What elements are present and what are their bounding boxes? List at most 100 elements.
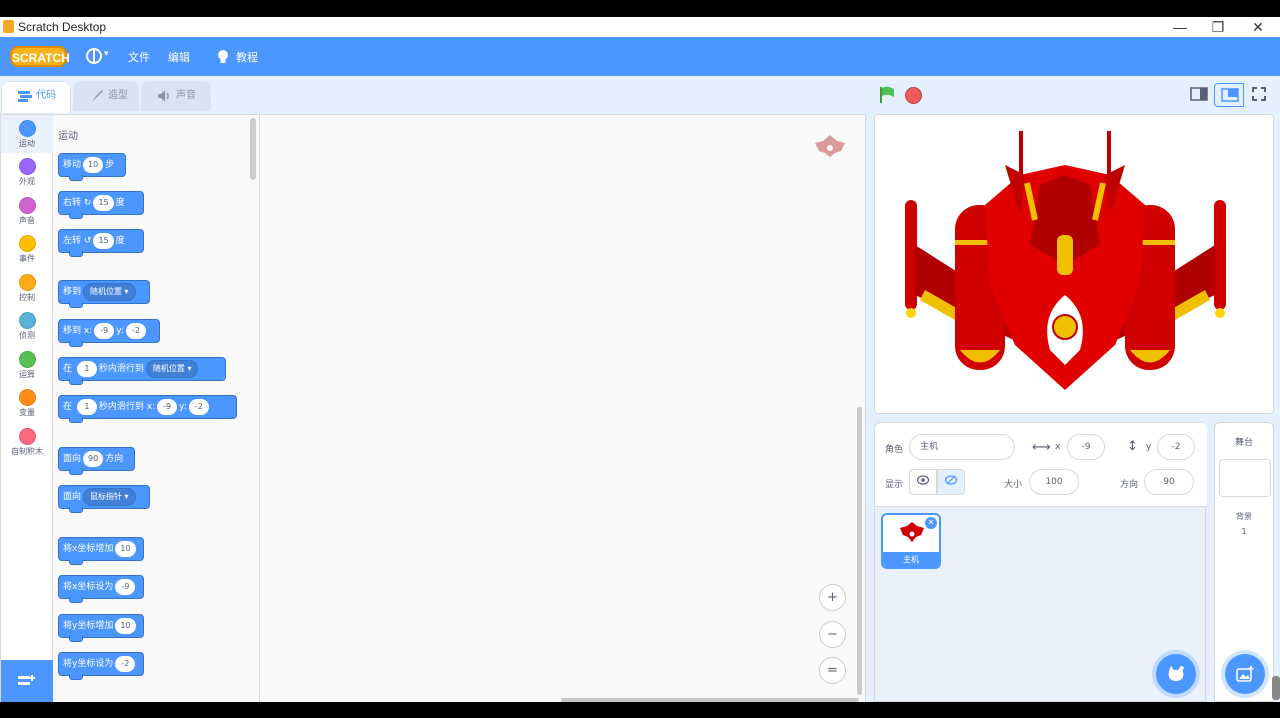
category-menu: 运动 外观 声音 事件 控制 侦测 运算 变量 自制积木 xyxy=(1,115,53,661)
block-set-x[interactable]: 将x坐标设为 -9 xyxy=(58,575,144,603)
category-dot xyxy=(18,120,36,137)
maximize-button[interactable]: ❐ xyxy=(1204,18,1232,36)
block-input[interactable]: 10 xyxy=(115,540,136,557)
category-my-blocks[interactable]: 自制积木 xyxy=(1,423,53,461)
block-text: y: xyxy=(179,402,187,412)
right-edge-scrollbar[interactable] xyxy=(1272,676,1280,700)
category-sound[interactable]: 声音 xyxy=(1,192,53,230)
zoom-reset-button[interactable]: = xyxy=(819,657,846,684)
block-glide-xy[interactable]: 在 1 秒内滑行到 x: -9 y: -2 xyxy=(58,395,237,423)
block-text: 将x坐标增加 xyxy=(63,544,114,554)
tab-sounds[interactable]: 声音 xyxy=(141,81,211,111)
choose-backdrop-button[interactable] xyxy=(1225,654,1265,694)
block-point-direction[interactable]: 面向 90 方向 xyxy=(58,447,135,475)
block-dropdown[interactable]: 随机位置 ▾ xyxy=(145,359,199,378)
small-stage-icon[interactable] xyxy=(1190,87,1208,101)
zoom-in-button[interactable]: + xyxy=(819,584,846,611)
category-label: 控制 xyxy=(19,293,35,302)
block-input[interactable]: 90 xyxy=(83,450,104,467)
add-extension-button[interactable] xyxy=(1,660,53,703)
block-text: 在 xyxy=(63,402,73,412)
category-looks[interactable]: 外观 xyxy=(1,153,53,191)
block-input[interactable]: -9 xyxy=(157,398,178,415)
stage-canvas[interactable] xyxy=(874,114,1274,414)
block-move[interactable]: 移动 10 步 xyxy=(58,153,126,181)
show-sprite-button[interactable] xyxy=(909,469,937,495)
block-turn-right[interactable]: 右转 ↻ 15 度 xyxy=(58,191,144,219)
workspace-vertical-scrollbar[interactable] xyxy=(857,407,862,695)
block-change-y[interactable]: 将y坐标增加 10 xyxy=(58,614,144,642)
menu-tutorials[interactable]: 教程 xyxy=(236,49,258,65)
language-globe-icon[interactable] xyxy=(86,48,102,64)
cat-plus-icon xyxy=(1168,666,1184,681)
spaceship-sprite[interactable] xyxy=(875,115,1275,415)
block-input[interactable]: -9 xyxy=(115,578,136,595)
y-label: y xyxy=(1146,442,1152,452)
block-goto-xy[interactable]: 移到 x: -9 y: -2 xyxy=(58,319,160,347)
sprite-name-input[interactable]: 主机 xyxy=(909,434,1015,460)
green-flag-icon[interactable] xyxy=(878,86,896,104)
zoom-out-button[interactable]: − xyxy=(819,621,846,648)
minimize-button[interactable]: — xyxy=(1166,18,1194,36)
block-set-y[interactable]: 将y坐标设为 -2 xyxy=(58,652,144,680)
block-palette: 运动 移动 10 步 右转 ↻ 15 度 左转 ↺ 15 度 移到 随机位置 ▾ 移到 x: -… xyxy=(53,115,260,703)
dropdown-value: 随机位置 xyxy=(90,286,123,296)
size-input[interactable]: 100 xyxy=(1029,469,1079,495)
window-titlebar: Scratch Desktop — ❐ ✕ xyxy=(0,17,1280,37)
language-caret-icon[interactable]: ▾ xyxy=(104,49,109,59)
category-sensing[interactable]: 侦测 xyxy=(1,307,53,345)
tab-costumes[interactable]: 造型 xyxy=(73,81,139,111)
block-change-x[interactable]: 将x坐标增加 10 xyxy=(58,537,144,565)
delete-sprite-icon[interactable]: ✕ xyxy=(925,517,937,529)
stop-button[interactable] xyxy=(905,87,922,104)
stage-target-pane[interactable]: 舞台 背景 1 xyxy=(1214,422,1274,702)
tab-sounds-label: 声音 xyxy=(176,90,196,101)
category-dot xyxy=(18,428,36,445)
block-input[interactable]: 15 xyxy=(93,232,114,249)
block-dropdown[interactable]: 随机位置 ▾ xyxy=(83,282,136,301)
dropdown-value: 鼠标指针 xyxy=(90,491,123,501)
category-dot xyxy=(18,351,36,368)
category-events[interactable]: 事件 xyxy=(1,230,53,268)
menu-edit[interactable]: 编辑 xyxy=(168,49,190,65)
category-control[interactable]: 控制 xyxy=(1,269,53,307)
block-input[interactable]: 10 xyxy=(83,156,104,173)
window-title: Scratch Desktop xyxy=(18,20,107,34)
block-input[interactable]: 1 xyxy=(76,398,97,415)
close-button[interactable]: ✕ xyxy=(1244,18,1272,36)
speaker-icon xyxy=(158,90,169,102)
tab-code[interactable]: 代码 xyxy=(1,81,71,113)
block-dropdown[interactable]: 鼠标指针 ▾ xyxy=(83,487,136,506)
choose-sprite-button[interactable] xyxy=(1156,654,1196,694)
block-goto[interactable]: 移到 随机位置 ▾ xyxy=(58,280,150,308)
block-point-towards[interactable]: 面向 鼠标指针 ▾ xyxy=(58,485,150,513)
hide-sprite-button[interactable] xyxy=(937,469,965,495)
stage-thumbnail[interactable] xyxy=(1219,459,1271,497)
category-motion[interactable]: 运动 xyxy=(1,115,53,153)
eye-slash-icon xyxy=(944,475,958,485)
sprite-thumbnail[interactable]: ✕ 主机 xyxy=(881,513,941,569)
category-label: 变量 xyxy=(19,408,35,417)
scratch-logo[interactable]: SCRATCH xyxy=(10,46,70,67)
block-input[interactable]: 10 xyxy=(115,617,136,634)
block-input[interactable]: 15 xyxy=(93,194,114,211)
menu-file[interactable]: 文件 xyxy=(128,49,150,65)
category-variables[interactable]: 变量 xyxy=(1,384,53,422)
fullscreen-icon[interactable] xyxy=(1252,87,1266,101)
block-glide[interactable]: 在 1 秒内滑行到 随机位置 ▾ xyxy=(58,357,226,385)
direction-input[interactable]: 90 xyxy=(1144,469,1194,495)
normal-stage-button[interactable] xyxy=(1214,83,1244,107)
palette-scrollbar[interactable] xyxy=(250,118,256,180)
block-text: 将y坐标设为 xyxy=(63,659,114,669)
y-position-input[interactable]: -2 xyxy=(1157,434,1195,460)
block-input[interactable]: -2 xyxy=(125,322,146,339)
block-input[interactable]: -2 xyxy=(188,398,209,415)
x-position-input[interactable]: -9 xyxy=(1067,434,1105,460)
block-input[interactable]: -9 xyxy=(94,322,115,339)
block-input[interactable]: 1 xyxy=(76,360,97,377)
rotate-right-icon: ↻ xyxy=(83,198,92,208)
block-turn-left[interactable]: 左转 ↺ 15 度 xyxy=(58,229,144,257)
block-input[interactable]: -2 xyxy=(115,655,136,672)
script-workspace[interactable]: + − = xyxy=(261,115,865,703)
category-operators[interactable]: 运算 xyxy=(1,346,53,384)
